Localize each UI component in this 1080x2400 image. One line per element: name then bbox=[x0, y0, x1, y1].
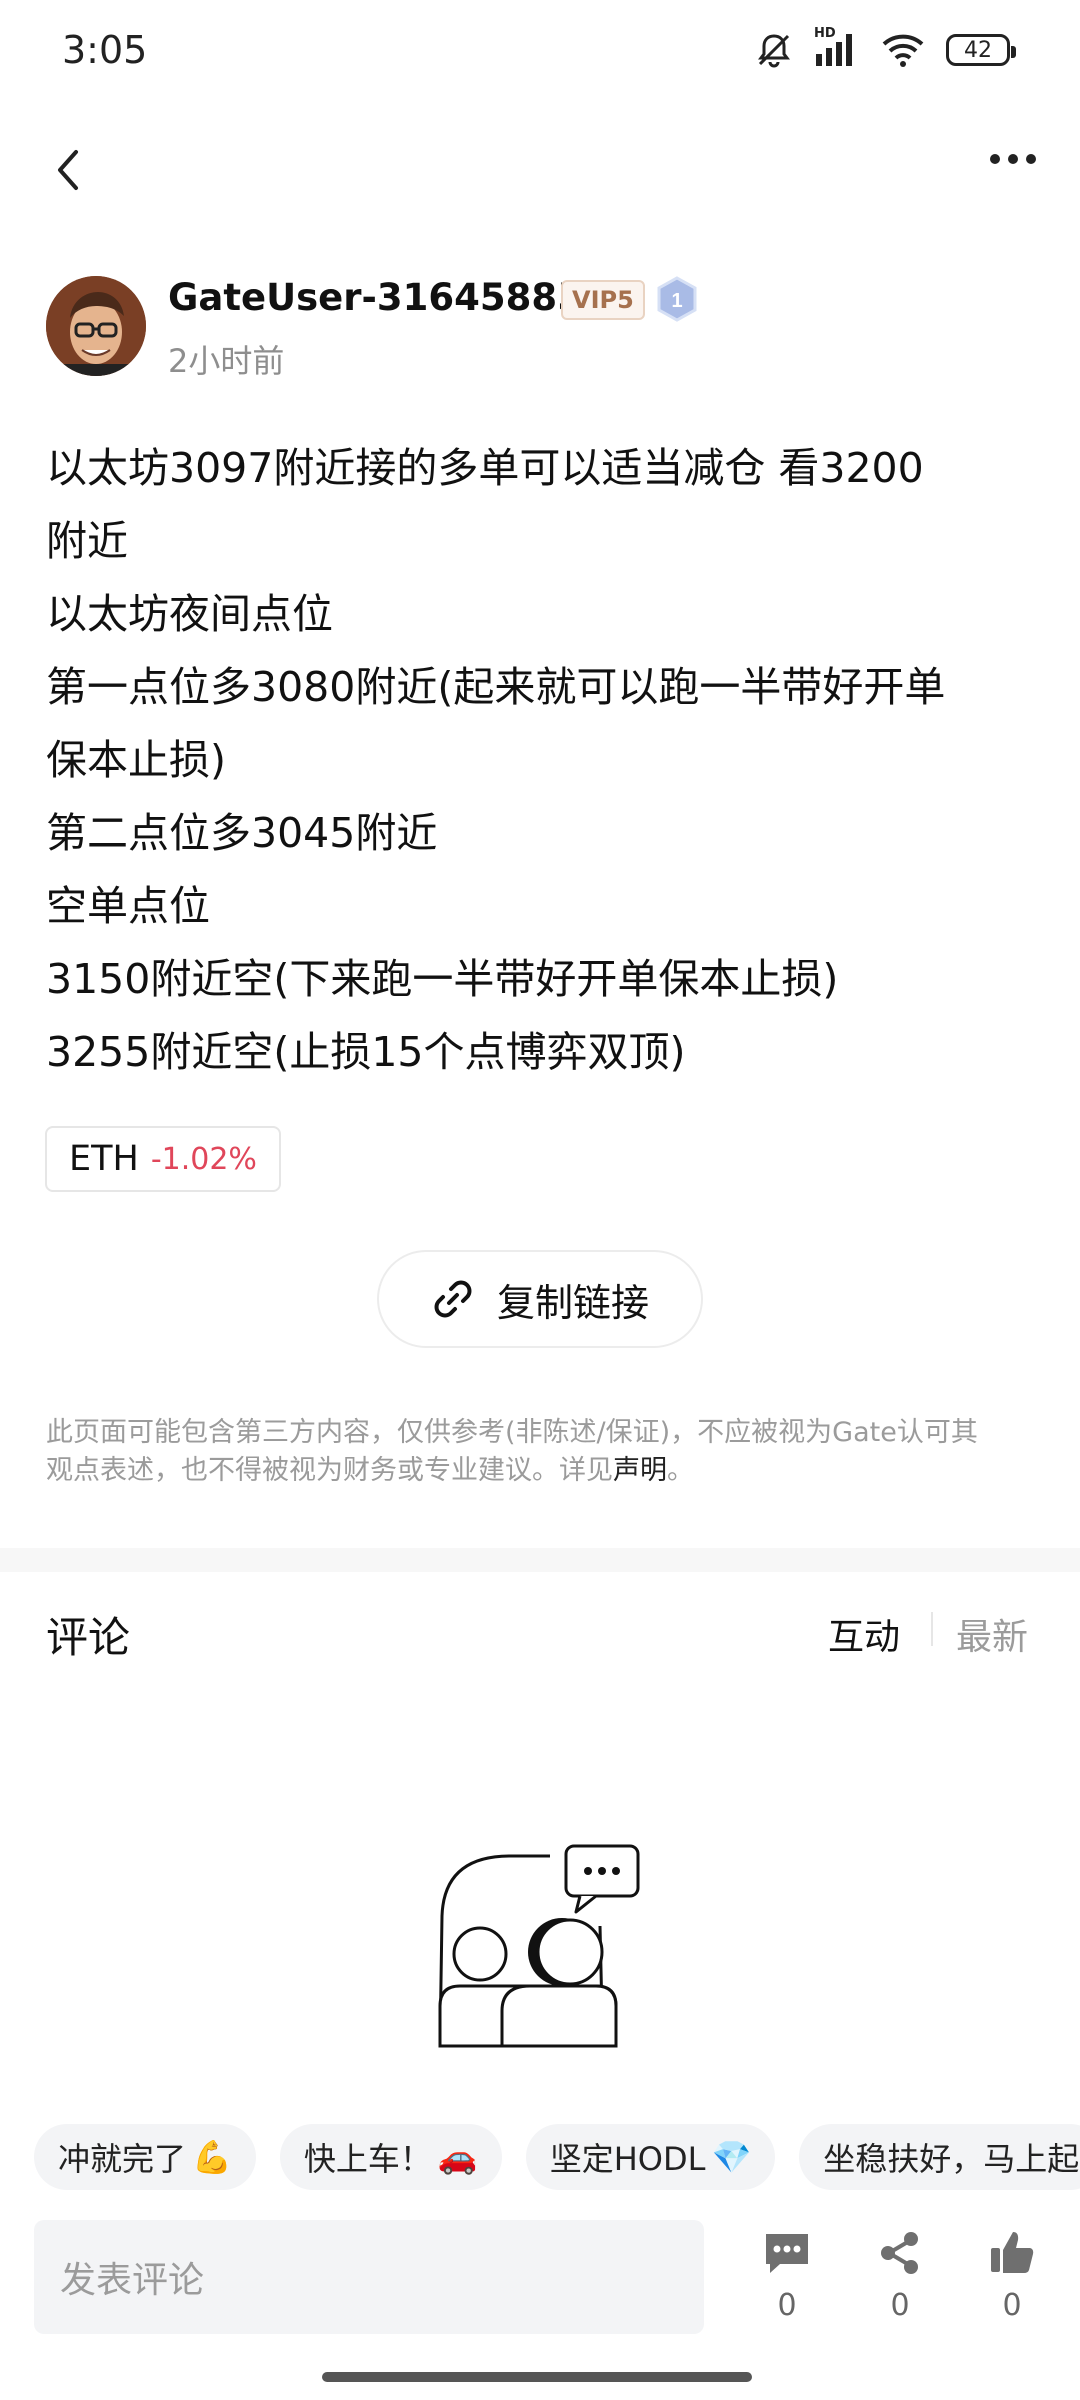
post-line: 第二点位多3045附近 bbox=[46, 809, 438, 857]
wifi-icon bbox=[882, 34, 924, 67]
disclaimer-link[interactable]: 声明 bbox=[613, 1455, 667, 1486]
chip-label: 坐稳扶好，马上起 bbox=[823, 2140, 1080, 2178]
comment-input-placeholder: 发表评论 bbox=[60, 2260, 205, 2301]
battery-level: 42 bbox=[964, 37, 992, 63]
muscle-icon: 💪 bbox=[192, 2138, 232, 2176]
avatar[interactable] bbox=[46, 276, 146, 376]
post-line: 附近 bbox=[46, 517, 128, 565]
post-line: 3255附近空(止损15个点博弈双顶) bbox=[46, 1028, 686, 1076]
section-divider bbox=[0, 1548, 1080, 1572]
like-action[interactable]: 0 bbox=[976, 2228, 1048, 2323]
battery-icon: 42 bbox=[946, 34, 1016, 66]
copy-link-button[interactable]: 复制链接 bbox=[377, 1250, 703, 1348]
vip-badge: VIP5 bbox=[561, 280, 645, 320]
post-line: 3150附近空(下来跑一半带好开单保本止损) bbox=[46, 955, 839, 1003]
chip-label: 冲就完了 bbox=[58, 2140, 187, 2178]
post-line: 保本止损) bbox=[46, 736, 226, 784]
link-icon bbox=[434, 1280, 472, 1318]
disclaimer-line: 此页面可能包含第三方内容，仅供参考(非陈述/保证)，不应被视为Gate认可其 bbox=[46, 1417, 978, 1448]
level-number: 1 bbox=[671, 290, 682, 312]
home-indicator[interactable] bbox=[322, 2372, 752, 2382]
quick-reply-chip[interactable]: 快上车！ 🚗 bbox=[279, 2124, 502, 2190]
more-dot bbox=[1008, 154, 1018, 164]
disclaimer: 此页面可能包含第三方内容，仅供参考(非陈述/保证)，不应被视为Gate认可其 观… bbox=[46, 1414, 1046, 1490]
chip-label: 快上车！ bbox=[303, 2140, 432, 2178]
status-time: 3:05 bbox=[62, 28, 148, 72]
comment-count: 0 bbox=[777, 2288, 797, 2323]
post-line: 空单点位 bbox=[46, 882, 210, 930]
comment-action[interactable]: 0 bbox=[751, 2228, 823, 2323]
comment-input[interactable]: 发表评论 bbox=[34, 2220, 704, 2334]
level-badge: 1 bbox=[656, 276, 698, 322]
comments-title: 评论 bbox=[46, 1613, 131, 1662]
diamond-icon: 💎 bbox=[711, 2138, 752, 2176]
comment-icon bbox=[766, 2234, 808, 2273]
disclaimer-text: 观点表述，也不得被视为财务或专业建议。详见 bbox=[46, 1455, 613, 1486]
share-action[interactable]: 0 bbox=[864, 2228, 936, 2323]
signal-icon: HD bbox=[814, 26, 860, 70]
status-icons: HD 42 bbox=[754, 26, 1016, 70]
post-time: 2小时前 bbox=[168, 342, 285, 380]
back-icon[interactable] bbox=[46, 140, 90, 200]
chip-label: 坚定HODL bbox=[549, 2140, 706, 2178]
ticker-change: -1.02% bbox=[150, 1141, 257, 1177]
sort-tab-interactive[interactable]: 互动 bbox=[828, 1608, 900, 1660]
ticker-symbol: ETH bbox=[69, 1139, 139, 1179]
car-icon: 🚗 bbox=[437, 2138, 478, 2176]
like-count: 0 bbox=[1002, 2288, 1022, 2323]
sort-separator bbox=[931, 1612, 933, 1646]
post-line: 第一点位多3080附近(起来就可以跑一半带好开单 bbox=[46, 663, 946, 711]
sort-tab-latest[interactable]: 最新 bbox=[956, 1608, 1028, 1660]
more-icon[interactable] bbox=[986, 150, 1040, 168]
quick-reply-chip[interactable]: 坐稳扶好，马上起 bbox=[799, 2124, 1080, 2190]
mute-bell-icon bbox=[758, 34, 790, 68]
share-icon bbox=[881, 2232, 918, 2274]
post-line: 以太坊夜间点位 bbox=[46, 590, 333, 638]
empty-comments-illustration bbox=[438, 1844, 640, 2048]
post-line: 以太坊3097附近接的多单可以适当减仓 看3200 bbox=[46, 444, 924, 492]
more-dot bbox=[990, 154, 1000, 164]
disclaimer-suffix: 。 bbox=[667, 1455, 694, 1486]
post-content: 以太坊3097附近接的多单可以适当减仓 看3200 附近 以太坊夜间点位 第一点… bbox=[46, 432, 1046, 1089]
copy-link-label: 复制链接 bbox=[496, 1280, 649, 1325]
quick-replies: 冲就完了 💪 快上车！ 🚗 坚定HODL 💎 坐稳扶好，马上起 bbox=[34, 2124, 1080, 2190]
author-name[interactable]: GateUser-31645885 bbox=[168, 276, 583, 319]
disclaimer-line: 观点表述，也不得被视为财务或专业建议。详见声明。 bbox=[46, 1452, 1046, 1490]
like-icon bbox=[991, 2232, 1034, 2273]
quick-reply-chip[interactable]: 坚定HODL 💎 bbox=[525, 2124, 776, 2190]
quick-reply-chip[interactable]: 冲就完了 💪 bbox=[34, 2124, 256, 2190]
ticker-chip[interactable]: ETH -1.02% bbox=[45, 1126, 281, 1192]
share-count: 0 bbox=[890, 2288, 910, 2323]
more-dot bbox=[1026, 154, 1036, 164]
